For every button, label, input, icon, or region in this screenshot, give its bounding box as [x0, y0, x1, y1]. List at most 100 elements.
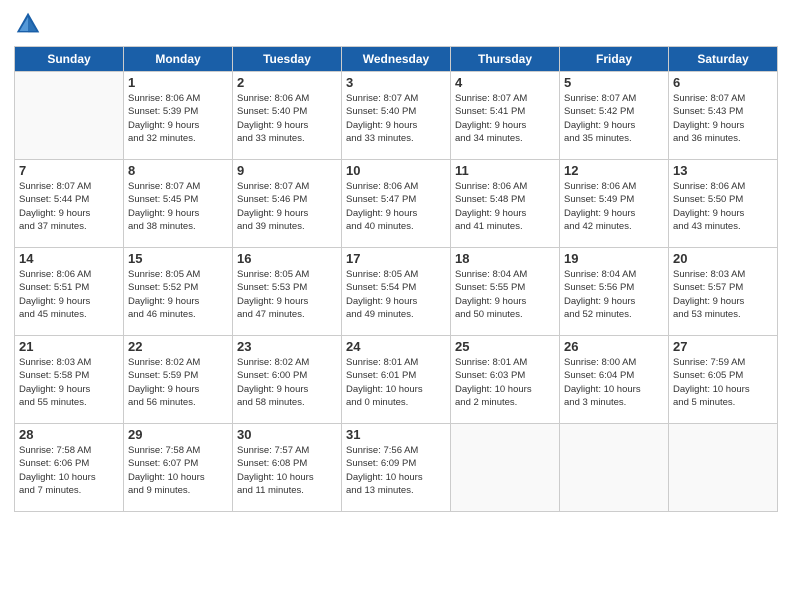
day-number: 10	[346, 163, 446, 178]
day-info: Sunrise: 8:03 AMSunset: 5:58 PMDaylight:…	[19, 356, 119, 409]
day-number: 21	[19, 339, 119, 354]
day-number: 3	[346, 75, 446, 90]
weekday-header: Thursday	[451, 47, 560, 72]
day-info: Sunrise: 8:07 AMSunset: 5:42 PMDaylight:…	[564, 92, 664, 145]
day-number: 29	[128, 427, 228, 442]
weekday-header: Friday	[560, 47, 669, 72]
calendar-cell: 18 Sunrise: 8:04 AMSunset: 5:55 PMDayligh…	[451, 248, 560, 336]
weekday-header: Wednesday	[342, 47, 451, 72]
day-info: Sunrise: 8:07 AMSunset: 5:41 PMDaylight:…	[455, 92, 555, 145]
day-info: Sunrise: 7:59 AMSunset: 6:05 PMDaylight:…	[673, 356, 773, 409]
day-number: 20	[673, 251, 773, 266]
calendar-cell: 20 Sunrise: 8:03 AMSunset: 5:57 PMDayligh…	[669, 248, 778, 336]
calendar-cell: 27 Sunrise: 7:59 AMSunset: 6:05 PMDayligh…	[669, 336, 778, 424]
day-number: 26	[564, 339, 664, 354]
calendar-cell: 12Sunrise: 8:06 AMSunset: 5:49 PMDayligh…	[560, 160, 669, 248]
calendar-week-row: 21 Sunrise: 8:03 AMSunset: 5:58 PMDayligh…	[15, 336, 778, 424]
day-number: 24	[346, 339, 446, 354]
calendar-cell	[669, 424, 778, 512]
calendar-cell: 11 Sunrise: 8:06 AMSunset: 5:48 PMDayligh…	[451, 160, 560, 248]
day-info: Sunrise: 8:03 AMSunset: 5:57 PMDaylight:…	[673, 268, 773, 321]
day-info: Sunrise: 8:01 AMSunset: 6:03 PMDaylight:…	[455, 356, 555, 409]
weekday-header-row: SundayMondayTuesdayWednesdayThursdayFrid…	[15, 47, 778, 72]
day-info: Sunrise: 8:06 AMSunset: 5:50 PMDaylight:…	[673, 180, 773, 233]
calendar-cell: 19 Sunrise: 8:04 AMSunset: 5:56 PMDayligh…	[560, 248, 669, 336]
day-number: 22	[128, 339, 228, 354]
weekday-header: Tuesday	[233, 47, 342, 72]
logo	[14, 10, 46, 38]
page-container: SundayMondayTuesdayWednesdayThursdayFrid…	[0, 0, 792, 522]
day-info: Sunrise: 7:58 AMSunset: 6:07 PMDaylight:…	[128, 444, 228, 497]
day-info: Sunrise: 8:05 AMSunset: 5:54 PMDaylight:…	[346, 268, 446, 321]
day-info: Sunrise: 8:05 AMSunset: 5:53 PMDaylight:…	[237, 268, 337, 321]
calendar-cell: 8 Sunrise: 8:07 AMSunset: 5:45 PMDaylight…	[124, 160, 233, 248]
day-number: 28	[19, 427, 119, 442]
day-info: Sunrise: 8:00 AMSunset: 6:04 PMDaylight:…	[564, 356, 664, 409]
day-info: Sunrise: 8:04 AMSunset: 5:56 PMDaylight:…	[564, 268, 664, 321]
day-info: Sunrise: 8:07 AMSunset: 5:40 PMDaylight:…	[346, 92, 446, 145]
calendar-cell: 25 Sunrise: 8:01 AMSunset: 6:03 PMDayligh…	[451, 336, 560, 424]
calendar-cell: 6 Sunrise: 8:07 AMSunset: 5:43 PMDaylight…	[669, 72, 778, 160]
calendar-cell: 14 Sunrise: 8:06 AMSunset: 5:51 PMDayligh…	[15, 248, 124, 336]
day-info: Sunrise: 8:01 AMSunset: 6:01 PMDaylight:…	[346, 356, 446, 409]
calendar-cell: 1Sunrise: 8:06 AMSunset: 5:39 PMDaylight…	[124, 72, 233, 160]
day-number: 5	[564, 75, 664, 90]
day-number: 27	[673, 339, 773, 354]
day-info: Sunrise: 7:58 AMSunset: 6:06 PMDaylight:…	[19, 444, 119, 497]
day-info: Sunrise: 8:04 AMSunset: 5:55 PMDaylight:…	[455, 268, 555, 321]
day-number: 25	[455, 339, 555, 354]
logo-icon	[14, 10, 42, 38]
calendar-cell: 9 Sunrise: 8:07 AMSunset: 5:46 PMDaylight…	[233, 160, 342, 248]
calendar-cell: 10 Sunrise: 8:06 AMSunset: 5:47 PMDayligh…	[342, 160, 451, 248]
calendar-cell: 13 Sunrise: 8:06 AMSunset: 5:50 PMDayligh…	[669, 160, 778, 248]
calendar-cell: 16Sunrise: 8:05 AMSunset: 5:53 PMDayligh…	[233, 248, 342, 336]
day-info: Sunrise: 8:06 AMSunset: 5:48 PMDaylight:…	[455, 180, 555, 233]
day-info: Sunrise: 8:07 AMSunset: 5:44 PMDaylight:…	[19, 180, 119, 233]
day-number: 23	[237, 339, 337, 354]
calendar-week-row: 14 Sunrise: 8:06 AMSunset: 5:51 PMDayligh…	[15, 248, 778, 336]
day-number: 2	[237, 75, 337, 90]
day-info: Sunrise: 8:02 AMSunset: 6:00 PMDaylight:…	[237, 356, 337, 409]
day-number: 15	[128, 251, 228, 266]
weekday-header: Monday	[124, 47, 233, 72]
day-number: 13	[673, 163, 773, 178]
calendar-week-row: 1Sunrise: 8:06 AMSunset: 5:39 PMDaylight…	[15, 72, 778, 160]
day-info: Sunrise: 7:57 AMSunset: 6:08 PMDaylight:…	[237, 444, 337, 497]
calendar-cell: 3 Sunrise: 8:07 AMSunset: 5:40 PMDaylight…	[342, 72, 451, 160]
day-number: 6	[673, 75, 773, 90]
day-number: 8	[128, 163, 228, 178]
day-number: 19	[564, 251, 664, 266]
calendar-table: SundayMondayTuesdayWednesdayThursdayFrid…	[14, 46, 778, 512]
calendar-cell: 28 Sunrise: 7:58 AMSunset: 6:06 PMDayligh…	[15, 424, 124, 512]
calendar-cell: 29 Sunrise: 7:58 AMSunset: 6:07 PMDayligh…	[124, 424, 233, 512]
calendar-week-row: 28 Sunrise: 7:58 AMSunset: 6:06 PMDayligh…	[15, 424, 778, 512]
calendar-cell: 2 Sunrise: 8:06 AMSunset: 5:40 PMDaylight…	[233, 72, 342, 160]
day-number: 31	[346, 427, 446, 442]
weekday-header: Sunday	[15, 47, 124, 72]
calendar-cell: 7 Sunrise: 8:07 AMSunset: 5:44 PMDaylight…	[15, 160, 124, 248]
calendar-cell: 30Sunrise: 7:57 AMSunset: 6:08 PMDayligh…	[233, 424, 342, 512]
day-info: Sunrise: 8:07 AMSunset: 5:45 PMDaylight:…	[128, 180, 228, 233]
day-info: Sunrise: 8:06 AMSunset: 5:51 PMDaylight:…	[19, 268, 119, 321]
day-info: Sunrise: 8:06 AMSunset: 5:49 PMDaylight:…	[564, 180, 664, 233]
calendar-cell: 15 Sunrise: 8:05 AMSunset: 5:52 PMDayligh…	[124, 248, 233, 336]
calendar-cell: 22Sunrise: 8:02 AMSunset: 5:59 PMDayligh…	[124, 336, 233, 424]
day-number: 11	[455, 163, 555, 178]
day-number: 17	[346, 251, 446, 266]
calendar-cell	[451, 424, 560, 512]
day-info: Sunrise: 8:06 AMSunset: 5:40 PMDaylight:…	[237, 92, 337, 145]
calendar-week-row: 7 Sunrise: 8:07 AMSunset: 5:44 PMDaylight…	[15, 160, 778, 248]
day-number: 9	[237, 163, 337, 178]
calendar-cell	[560, 424, 669, 512]
day-number: 14	[19, 251, 119, 266]
day-info: Sunrise: 7:56 AMSunset: 6:09 PMDaylight:…	[346, 444, 446, 497]
calendar-cell: 23 Sunrise: 8:02 AMSunset: 6:00 PMDayligh…	[233, 336, 342, 424]
day-number: 18	[455, 251, 555, 266]
day-number: 7	[19, 163, 119, 178]
calendar-cell: 24 Sunrise: 8:01 AMSunset: 6:01 PMDayligh…	[342, 336, 451, 424]
day-info: Sunrise: 8:07 AMSunset: 5:46 PMDaylight:…	[237, 180, 337, 233]
day-info: Sunrise: 8:07 AMSunset: 5:43 PMDaylight:…	[673, 92, 773, 145]
calendar-cell: 21 Sunrise: 8:03 AMSunset: 5:58 PMDayligh…	[15, 336, 124, 424]
day-info: Sunrise: 8:06 AMSunset: 5:47 PMDaylight:…	[346, 180, 446, 233]
day-info: Sunrise: 8:05 AMSunset: 5:52 PMDaylight:…	[128, 268, 228, 321]
